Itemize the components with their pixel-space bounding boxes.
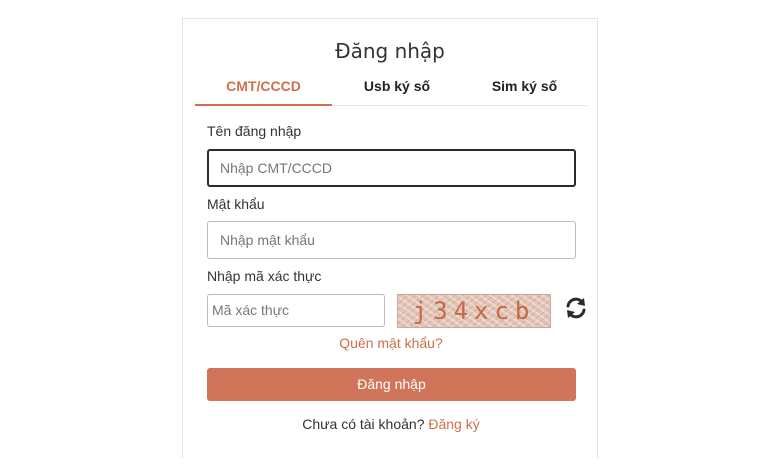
password-label: Mật khẩu [207,196,265,212]
captcha-image: j34xcb [397,294,551,328]
username-label: Tên đăng nhập [207,123,302,139]
register-row: Chưa có tài khoản? Đăng ký [183,416,599,432]
login-card: Đăng nhập CMT/CCCD Usb ký số Sim ký số T… [182,18,598,458]
captcha-input[interactable]: Mã xác thực [207,294,385,327]
tab-sim-ky-so[interactable]: Sim ký số [462,75,587,105]
page-title: Đăng nhập [335,39,445,63]
refresh-icon[interactable] [563,295,589,321]
tab-usb-ky-so[interactable]: Usb ký số [332,75,462,105]
password-input[interactable]: Nhập mật khẩu [207,221,576,259]
captcha-label: Nhập mã xác thực [207,268,322,284]
username-input[interactable]: Nhập CMT/CCCD [207,149,576,187]
tab-cmt-cccd[interactable]: CMT/CCCD [195,75,332,106]
login-button[interactable]: Đăng nhập [207,368,576,401]
login-tabs: CMT/CCCD Usb ký số Sim ký số [195,75,587,106]
register-link[interactable]: Đăng ký [428,416,479,432]
forgot-password-link[interactable]: Quên mật khẩu? [183,335,599,351]
register-prompt: Chưa có tài khoản? [302,416,425,432]
